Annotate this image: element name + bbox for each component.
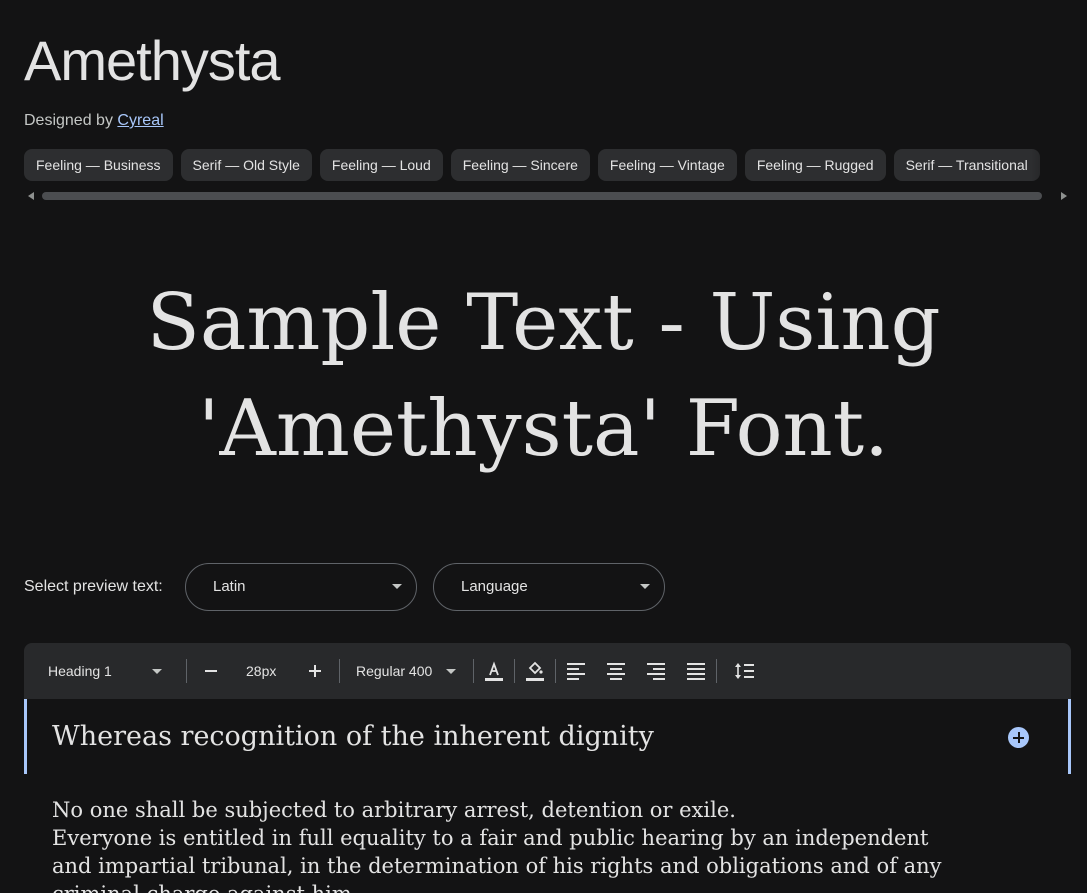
toolbar-divider <box>555 659 556 683</box>
language-select[interactable]: Language <box>433 563 665 611</box>
sample-line-2: 'Amethysta' Font. <box>198 384 889 474</box>
weight-dropdown[interactable]: Regular 400 <box>356 643 464 699</box>
chevron-down-icon <box>152 669 162 674</box>
tag-chip[interactable]: Feeling — Rugged <box>744 149 886 181</box>
language-select-value: Language <box>461 578 528 595</box>
line-height-icon[interactable] <box>733 659 757 683</box>
editor-heading[interactable]: Whereas recognition of the inherent dign… <box>52 718 654 756</box>
chevron-down-icon <box>392 584 402 589</box>
style-dropdown-value: Heading 1 <box>48 663 112 679</box>
font-title: Amethysta <box>24 29 281 92</box>
paragraph-line: and impartial tribunal, in the determina… <box>52 854 942 878</box>
toolbar-divider <box>716 659 717 683</box>
script-select[interactable]: Latin <box>185 563 417 611</box>
plus-icon[interactable] <box>303 659 327 683</box>
tag-chip[interactable]: Feeling — Vintage <box>597 149 737 181</box>
toolbar-divider <box>339 659 340 683</box>
fill-color-icon[interactable] <box>523 659 547 683</box>
size-value[interactable]: 28px <box>246 643 276 699</box>
text-color-icon[interactable] <box>482 659 506 683</box>
toolbar-divider <box>514 659 515 683</box>
tag-chip[interactable]: Serif — Old Style <box>180 149 312 181</box>
align-right-icon[interactable] <box>644 659 668 683</box>
tags-fade <box>1031 149 1071 181</box>
tag-chip[interactable]: Feeling — Business <box>24 149 173 181</box>
weight-dropdown-value: Regular 400 <box>356 663 433 679</box>
paragraph-line: Everyone is entitled in full equality to… <box>52 826 929 850</box>
chevron-down-icon <box>446 669 456 674</box>
toolbar-divider <box>186 659 187 683</box>
tag-chip[interactable]: Feeling — Sincere <box>450 149 590 181</box>
editor-paragraph[interactable]: No one shall be subjected to arbitrary a… <box>52 796 1052 893</box>
preview-label: Select preview text: <box>24 578 163 595</box>
font-page: Amethysta Designed by Cyreal Feeling — B… <box>0 0 1087 893</box>
designer-link[interactable]: Cyreal <box>117 112 163 129</box>
editor-toolbar: Heading 1 28px Regular 400 <box>24 643 1071 699</box>
chevron-down-icon <box>640 584 650 589</box>
tag-list: Feeling — Business Serif — Old Style Feeli… <box>24 149 1071 181</box>
align-justify-icon[interactable] <box>684 659 708 683</box>
scroll-thumb[interactable] <box>42 192 1042 200</box>
designer-line: Designed by Cyreal <box>24 110 164 132</box>
sample-text: Sample Text - Using 'Amethysta' Font. <box>0 270 1087 482</box>
align-center-icon[interactable] <box>604 659 628 683</box>
tag-chip[interactable]: Feeling — Loud <box>319 149 443 181</box>
tag-chip[interactable]: Serif — Transitional <box>893 149 1040 181</box>
add-block-icon[interactable] <box>1008 727 1029 748</box>
minus-icon[interactable] <box>199 659 223 683</box>
sample-line-1: Sample Text - Using <box>146 278 941 368</box>
style-dropdown[interactable]: Heading 1 <box>48 643 164 699</box>
tags-scrollbar[interactable] <box>24 190 1071 202</box>
paragraph-line: criminal charge against him. <box>52 880 1052 893</box>
scroll-right-arrow-icon[interactable] <box>1061 192 1067 200</box>
toolbar-divider <box>473 659 474 683</box>
script-select-value: Latin <box>213 578 246 595</box>
paragraph-line: No one shall be subjected to arbitrary a… <box>52 798 736 822</box>
designer-prefix: Designed by <box>24 112 113 129</box>
align-left-icon[interactable] <box>564 659 588 683</box>
scroll-left-arrow-icon[interactable] <box>28 192 34 200</box>
